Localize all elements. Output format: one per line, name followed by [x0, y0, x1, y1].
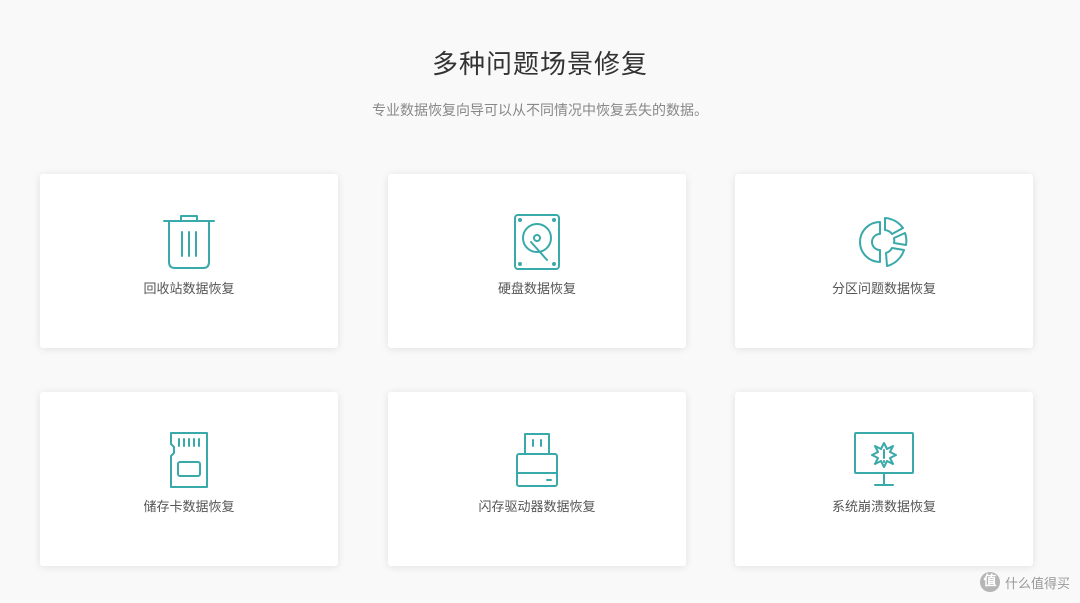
watermark-logo-icon: 值: [979, 572, 1000, 592]
scenario-card-usb-drive[interactable]: 闪存驱动器数据恢复: [388, 392, 686, 566]
scenario-label: 回收站数据恢复: [143, 282, 235, 297]
partition-icon: [854, 212, 914, 272]
scenario-label: 系统崩溃数据恢复: [831, 500, 936, 515]
scenario-label: 硬盘数据恢复: [497, 282, 576, 297]
system-crash-icon: [854, 430, 914, 490]
scenario-label: 分区问题数据恢复: [831, 282, 936, 297]
scenario-card-system-crash[interactable]: 系统崩溃数据恢复: [735, 392, 1033, 566]
scenario-card-partition[interactable]: 分区问题数据恢复: [735, 174, 1033, 348]
memory-card-icon: [159, 430, 219, 490]
scenario-card-hard-disk[interactable]: 硬盘数据恢复: [388, 174, 686, 348]
watermark-text: 什么值得买: [1004, 576, 1070, 592]
trash-icon: [159, 212, 219, 272]
page-title: 多种问题场景修复: [431, 50, 648, 80]
hard-disk-icon: [507, 212, 567, 272]
usb-drive-icon: [507, 430, 567, 490]
scenario-label: 储存卡数据恢复: [143, 500, 235, 515]
scenario-label: 闪存驱动器数据恢复: [478, 500, 596, 515]
scenario-card-recycle-bin[interactable]: 回收站数据恢复: [40, 174, 338, 348]
watermark: 值 什么值得买: [979, 571, 1070, 593]
scenario-card-memory-card[interactable]: 储存卡数据恢复: [40, 392, 338, 566]
page-subtitle: 专业数据恢复向导可以从不同情况中恢复丢失的数据。: [372, 103, 708, 119]
